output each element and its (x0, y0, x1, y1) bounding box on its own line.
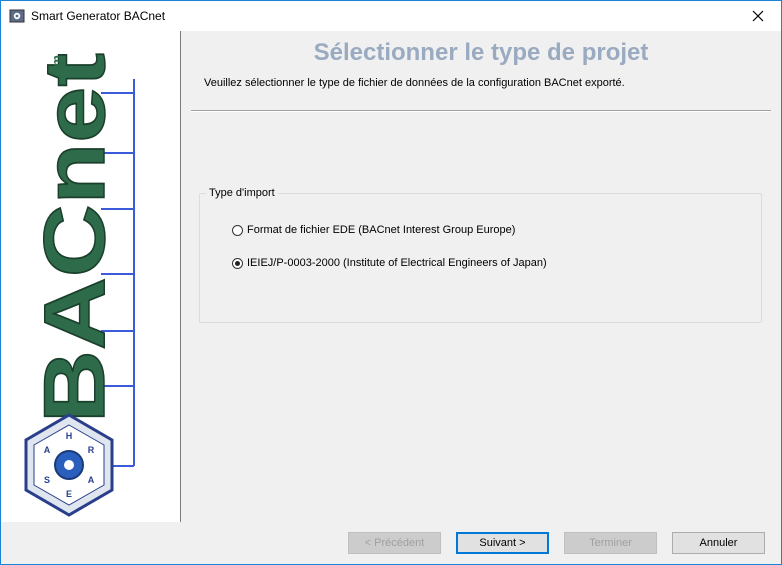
svg-text:R: R (88, 445, 95, 455)
previous-button[interactable]: < Précédent (348, 532, 441, 554)
page-title: Sélectionner le type de projet (313, 39, 649, 66)
bacnet-logo: BACnet tm H R A E S A (24, 52, 135, 517)
page-subtitle: Veuillez sélectionner le type de fichier… (204, 77, 625, 89)
radio-ieiej-label: IEIEJ/P-0003-2000 (Institute of Electric… (247, 257, 547, 269)
radio-ieiej-format[interactable]: IEIEJ/P-0003-2000 (Institute of Electric… (232, 257, 547, 269)
close-icon (752, 10, 764, 22)
window-title: Smart Generator BACnet (31, 9, 166, 23)
title-bar: Smart Generator BACnet (1, 1, 781, 31)
header-separator (191, 110, 771, 112)
radio-ede-format[interactable]: Format de fichier EDE (BACnet Interest G… (232, 224, 515, 236)
svg-text:S: S (44, 475, 50, 485)
wizard-footer: < Précédent Suivant > Terminer Annuler (1, 522, 781, 564)
logo-text: BACnet (27, 53, 123, 423)
app-icon (9, 9, 25, 23)
radio-ede-label: Format de fichier EDE (BACnet Interest G… (247, 224, 516, 236)
svg-text:A: A (88, 475, 95, 485)
wizard-content: Sélectionner le type de projet Veuillez … (181, 31, 781, 522)
svg-text:E: E (66, 489, 72, 499)
svg-text:H: H (66, 431, 73, 441)
svg-text:A: A (44, 445, 51, 455)
finish-button[interactable]: Terminer (564, 532, 657, 554)
import-type-label: Type d'import (206, 187, 278, 199)
next-button[interactable]: Suivant > (456, 532, 549, 554)
import-type-group: Type d'import Format de fichier EDE (BAC… (199, 187, 762, 323)
radio-button-ede[interactable] (232, 224, 243, 236)
trademark-text: tm (49, 55, 64, 71)
wizard-window: Smart Generator BACnet BACnet tm H R A E… (0, 0, 782, 565)
radio-button-ieiej[interactable] (232, 257, 243, 269)
sidebar-logo-panel: BACnet tm H R A E S A (1, 31, 181, 522)
cancel-button[interactable]: Annuler (672, 532, 765, 554)
ashrae-seal: H R A E S A (24, 413, 114, 517)
close-button[interactable] (735, 1, 781, 31)
